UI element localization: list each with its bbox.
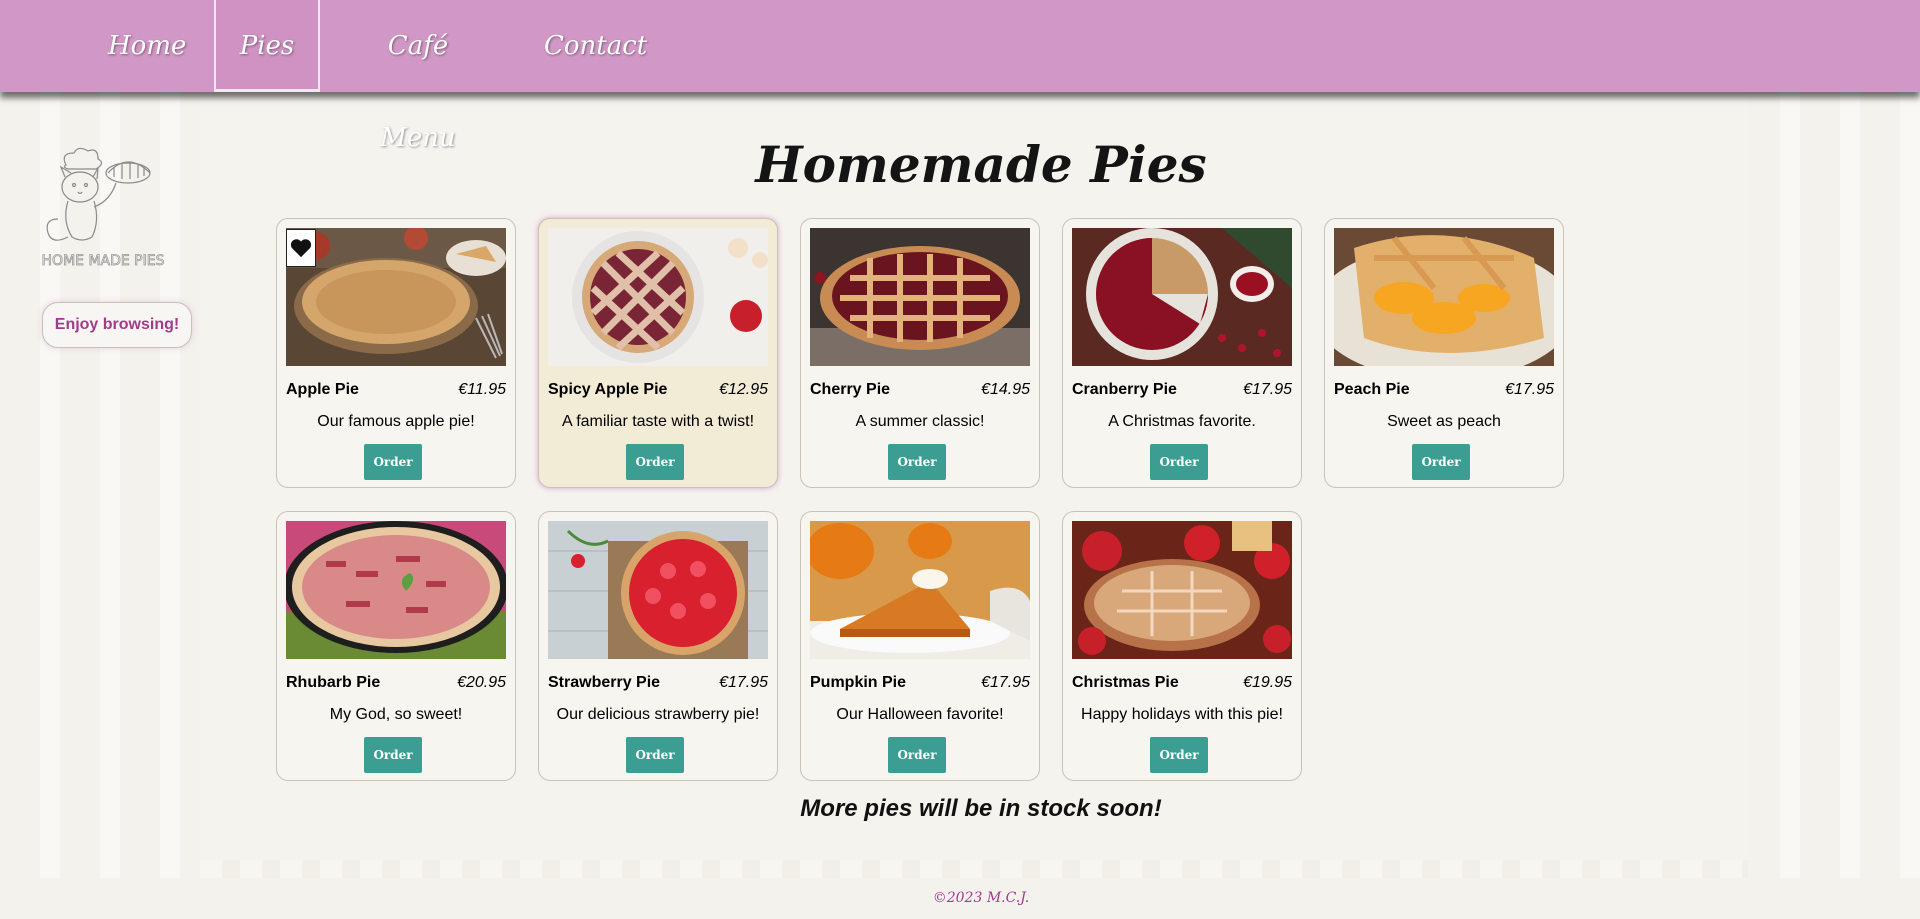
pie-price: €17.95 — [719, 674, 768, 691]
pie-description: A Christmas favorite. — [1108, 413, 1256, 430]
nav-pies[interactable]: Pies — [214, 0, 320, 92]
order-button[interactable]: Order — [888, 737, 946, 773]
heart-icon — [290, 239, 312, 258]
pie-price: €14.95 — [981, 381, 1030, 398]
pie-card-cranberry: Cranberry Pie €17.95 A Christmas favorit… — [1062, 218, 1302, 488]
order-button[interactable]: Order — [364, 737, 422, 773]
more-pies-notice: More pies will be in stock soon! — [800, 795, 1162, 822]
rhubarb-pie-image — [286, 521, 506, 659]
pie-card-pumpkin: Pumpkin Pie €17.95 Our Halloween favorit… — [800, 511, 1040, 781]
copyright: ©2023 M.C.J. — [932, 890, 1030, 906]
peach-pie-image — [1334, 228, 1554, 366]
order-button[interactable]: Order — [1150, 444, 1208, 480]
pie-name: Spicy Apple Pie — [548, 381, 668, 398]
pie-name: Apple Pie — [286, 381, 359, 398]
page-title: Homemade Pies — [755, 135, 1207, 194]
pie-price: €17.95 — [981, 674, 1030, 691]
strawberry-pie-image — [548, 521, 768, 659]
logo-text: HOME MADE PIES — [42, 253, 165, 269]
pie-card-rhubarb: Rhubarb Pie €20.95 My God, so sweet! Ord… — [276, 511, 516, 781]
order-button[interactable]: Order — [626, 444, 684, 480]
order-button[interactable]: Order — [364, 444, 422, 480]
favorite-heart-button[interactable] — [286, 229, 316, 267]
pie-description: Sweet as peach — [1387, 413, 1501, 430]
pie-description: Happy holidays with this pie! — [1081, 706, 1283, 723]
pie-price: €19.95 — [1243, 674, 1292, 691]
pie-name: Christmas Pie — [1072, 674, 1179, 691]
pie-description: A summer classic! — [855, 413, 985, 430]
nav-home[interactable]: Home — [108, 0, 186, 92]
pie-card-peach: Peach Pie €17.95 Sweet as peach Order — [1324, 218, 1564, 488]
pie-card-christmas: Christmas Pie €19.95 Happy holidays with… — [1062, 511, 1302, 781]
pie-card-cherry: Cherry Pie €14.95 A summer classic! Orde… — [800, 218, 1040, 488]
cranberry-pie-image — [1072, 228, 1292, 366]
spicy-apple-pie-image — [548, 228, 768, 366]
cherry-pie-image — [810, 228, 1030, 366]
order-button[interactable]: Order — [1150, 737, 1208, 773]
pie-name: Rhubarb Pie — [286, 674, 381, 691]
pie-price: €20.95 — [457, 674, 506, 691]
order-button[interactable]: Order — [626, 737, 684, 773]
pie-description: Our famous apple pie! — [317, 413, 475, 430]
pie-price: €17.95 — [1243, 381, 1292, 398]
nav-contact[interactable]: Contact — [544, 0, 647, 92]
pie-name: Peach Pie — [1334, 381, 1410, 398]
pie-description: A familiar taste with a twist! — [561, 413, 755, 430]
pie-price: €11.95 — [458, 381, 506, 398]
bottom-border — [200, 860, 1748, 878]
apple-pie-image — [286, 228, 506, 366]
pie-price: €12.95 — [719, 381, 768, 398]
pie-price: €17.95 — [1505, 381, 1554, 398]
pie-card-spicy-apple: Spicy Apple Pie €12.95 A familiar taste … — [538, 218, 778, 488]
order-button[interactable]: Order — [1412, 444, 1470, 480]
christmas-pie-image — [1072, 521, 1292, 659]
pie-name: Pumpkin Pie — [810, 674, 907, 691]
pie-description: Our delicious strawberry pie! — [556, 706, 760, 723]
enjoy-browsing-button[interactable]: Enjoy browsing! — [42, 302, 192, 348]
pie-description: My God, so sweet! — [329, 706, 463, 723]
pumpkin-pie-image — [810, 521, 1030, 659]
pie-name: Cranberry Pie — [1072, 381, 1177, 398]
pie-name: Cherry Pie — [810, 381, 891, 398]
pie-name: Strawberry Pie — [548, 674, 661, 691]
top-navbar: Home Pies Café Menu Contact — [0, 0, 1920, 153]
nav-cafe-menu[interactable]: Café Menu — [356, 0, 480, 153]
order-button[interactable]: Order — [888, 444, 946, 480]
pie-card-apple: Apple Pie €11.95 Our famous apple pie! O… — [276, 218, 516, 488]
pie-description: Our Halloween favorite! — [836, 706, 1004, 723]
pie-card-strawberry: Strawberry Pie €17.95 Our delicious stra… — [538, 511, 778, 781]
